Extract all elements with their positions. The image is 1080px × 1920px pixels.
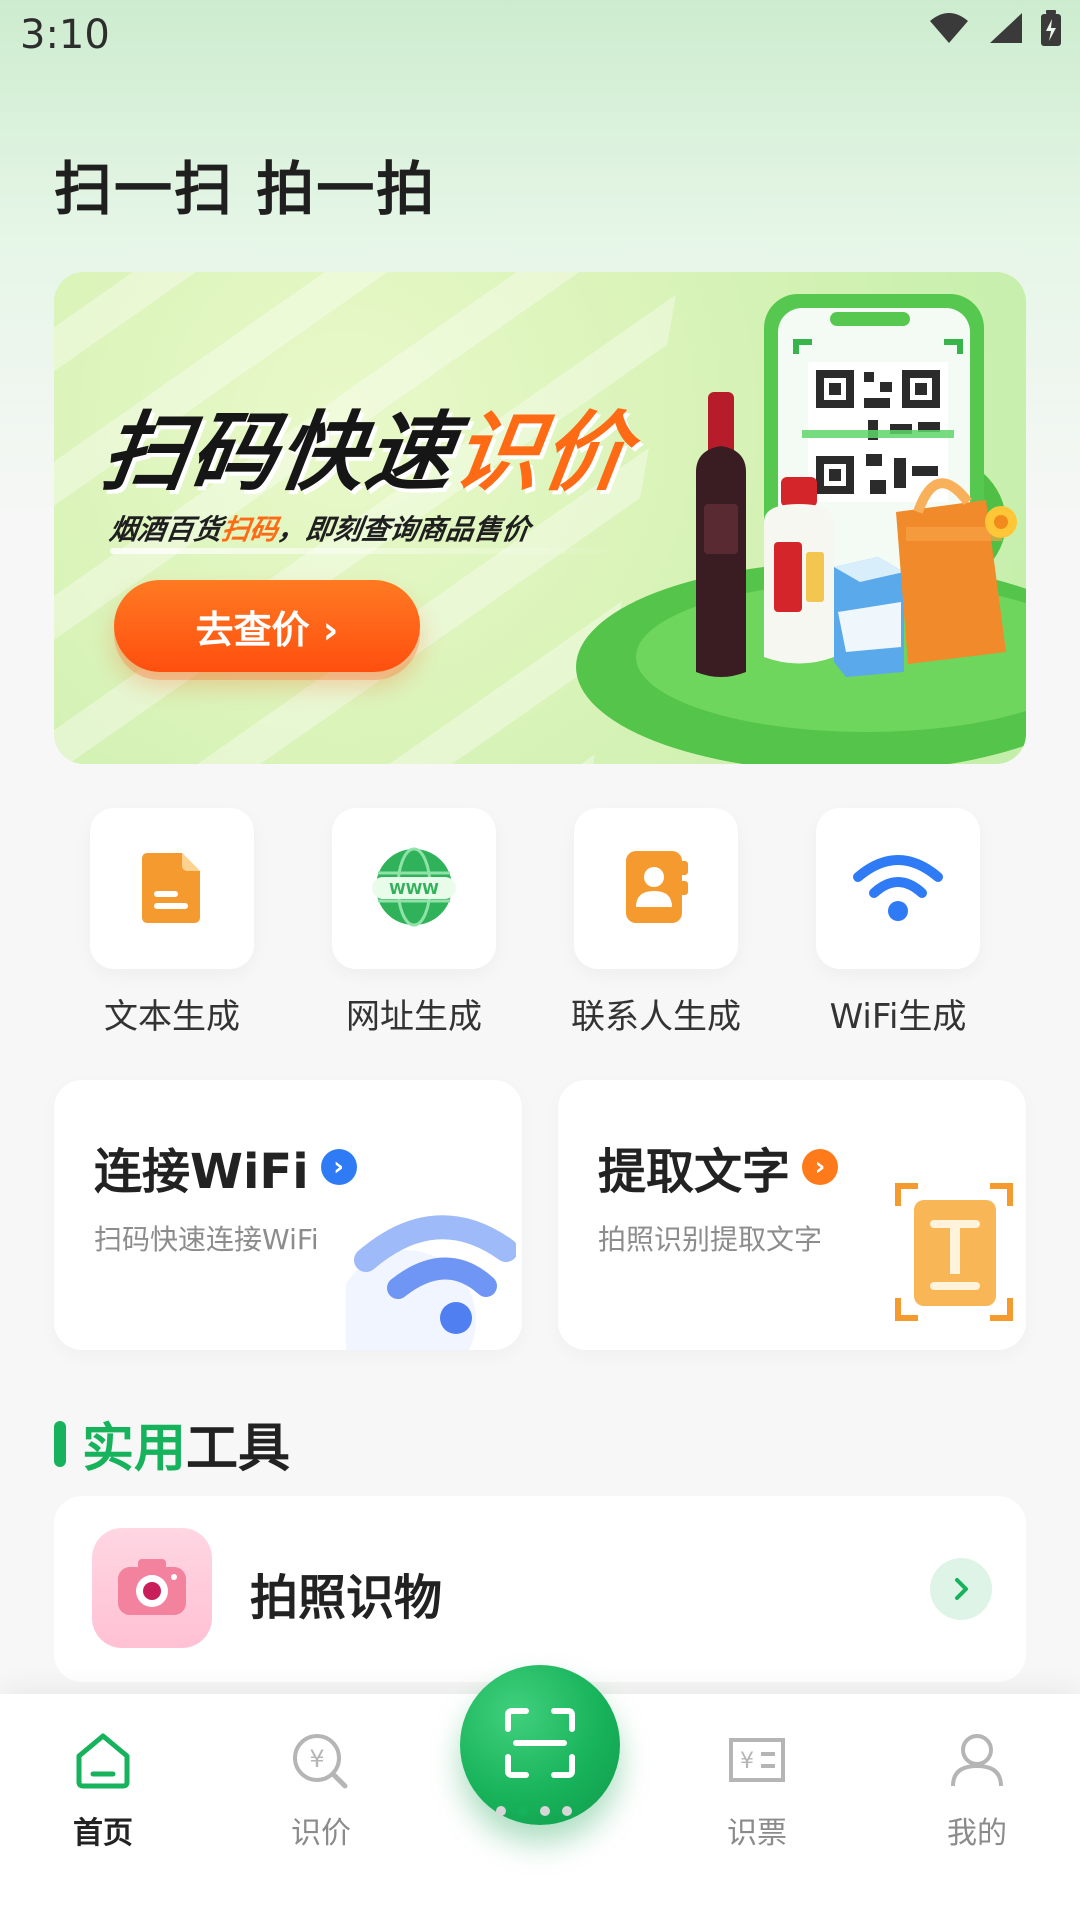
shortcut-label: 网址生成 [346, 997, 482, 1037]
qr-code-icon [802, 362, 954, 502]
text-scan-illustration-icon [895, 1183, 1013, 1321]
document-icon [132, 847, 212, 931]
shortcut-tile[interactable]: WWW [332, 808, 496, 969]
banner-subtitle-part1: 烟酒百货 [107, 513, 225, 546]
user-icon [945, 1730, 1009, 1794]
nav-item-price[interactable]: ¥ 识价 [236, 1730, 406, 1890]
shortcut-label: 文本生成 [104, 997, 240, 1037]
nav-item-profile[interactable]: 我的 [892, 1730, 1062, 1890]
price-scan-banner[interactable]: 扫码快速识价 烟酒百货扫码，即刻查询商品售价 去查价 › [54, 272, 1026, 764]
page-indicator [496, 1806, 572, 1816]
receipt-icon: ¥ [725, 1730, 789, 1794]
tool-label: 拍照识物 [250, 1570, 443, 1626]
home-icon [71, 1730, 135, 1794]
globe-www-icon: WWW [366, 839, 462, 939]
page-dot [562, 1806, 572, 1816]
connect-wifi-title: 连接WiFi › [94, 1132, 357, 1202]
nav-label: 识票 [727, 1816, 787, 1851]
check-price-button[interactable]: 去查价 › [114, 580, 420, 672]
connect-wifi-subtitle: 扫码快速连接WiFi [94, 1223, 319, 1256]
wifi-icon [928, 11, 970, 49]
extract-text-card[interactable]: 提取文字 › 拍照识别提取文字 [558, 1080, 1026, 1350]
shortcut-grid: 文本生成 WWW 网址生成 联系人生成 WiFi生成 [54, 808, 1026, 1038]
connect-wifi-card[interactable]: 连接WiFi › 扫码快速连接WiFi [54, 1080, 522, 1350]
battery-charging-icon [1040, 10, 1062, 50]
svg-text:WWW: WWW [389, 880, 439, 898]
section-title-accent: 实用 [82, 1419, 187, 1479]
tool-photo-identify[interactable]: 拍照识物 [54, 1496, 1026, 1682]
shortcut-tile[interactable] [816, 808, 980, 969]
section-title-rest: 工具 [186, 1419, 291, 1479]
page-title: 扫一扫 拍一拍 [54, 155, 437, 223]
banner-subtitle-underline [110, 548, 630, 554]
nav-label: 我的 [947, 1816, 1007, 1851]
chevron-right-icon[interactable] [930, 1558, 992, 1620]
shortcut-contact-generate[interactable]: 联系人生成 [566, 808, 746, 1038]
chevron-right-icon: › [320, 1149, 357, 1185]
shortcut-tile[interactable] [90, 808, 254, 969]
scan-button[interactable] [460, 1665, 620, 1825]
page-dot [496, 1806, 506, 1816]
nav-item-home[interactable]: 首页 [18, 1730, 188, 1890]
extract-text-title: 提取文字 › [598, 1132, 839, 1202]
shortcut-wifi-generate[interactable]: WiFi生成 [808, 808, 988, 1038]
scan-icon [502, 1705, 578, 1785]
section-title-tools: 实用 工具 [54, 1406, 290, 1481]
shortcut-tile[interactable] [574, 808, 738, 969]
svg-text:¥: ¥ [740, 1749, 754, 1774]
page-dot-active [518, 1806, 528, 1816]
banner-subtitle: 烟酒百货扫码，即刻查询商品售价 [107, 508, 533, 548]
banner-illustration [576, 294, 1026, 764]
banner-subtitle-accent: 扫码 [219, 513, 281, 546]
nav-label: 识价 [291, 1816, 351, 1851]
camera-icon [112, 1551, 192, 1625]
status-icons [928, 10, 1062, 50]
banner-subtitle-part2: ，即刻查询商品售价 [275, 513, 533, 546]
shortcut-url-generate[interactable]: WWW 网址生成 [324, 808, 504, 1038]
cellular-signal-icon [986, 11, 1024, 49]
tool-icon [92, 1528, 212, 1648]
chevron-right-icon: › [802, 1149, 839, 1185]
extract-text-subtitle: 拍照识别提取文字 [598, 1223, 823, 1256]
page-dot [540, 1806, 550, 1816]
nav-item-receipt[interactable]: ¥ 识票 [672, 1730, 842, 1890]
status-time: 3:10 [20, 12, 110, 58]
wifi-icon [850, 847, 946, 931]
app-screen: 3:10 扫一扫 拍一拍 扫码快速识价 烟酒百货扫码，即刻查询商品售价 去查价 … [0, 0, 1080, 1920]
section-accent-bar [54, 1420, 66, 1467]
banner-headline-main: 扫码快速 [95, 403, 462, 503]
status-bar: 3:10 [0, 0, 1080, 72]
shortcut-label: WiFi生成 [829, 997, 967, 1037]
price-search-icon: ¥ [289, 1730, 353, 1794]
shortcut-text-generate[interactable]: 文本生成 [82, 808, 262, 1038]
contact-book-icon [614, 845, 698, 933]
nav-label: 首页 [73, 1816, 133, 1851]
wifi-illustration-icon [346, 1215, 516, 1350]
svg-text:¥: ¥ [309, 1745, 324, 1773]
shortcut-label: 联系人生成 [571, 997, 741, 1037]
extract-text-title-text: 提取文字 [598, 1144, 791, 1200]
connect-wifi-title-text: 连接WiFi [94, 1144, 309, 1200]
